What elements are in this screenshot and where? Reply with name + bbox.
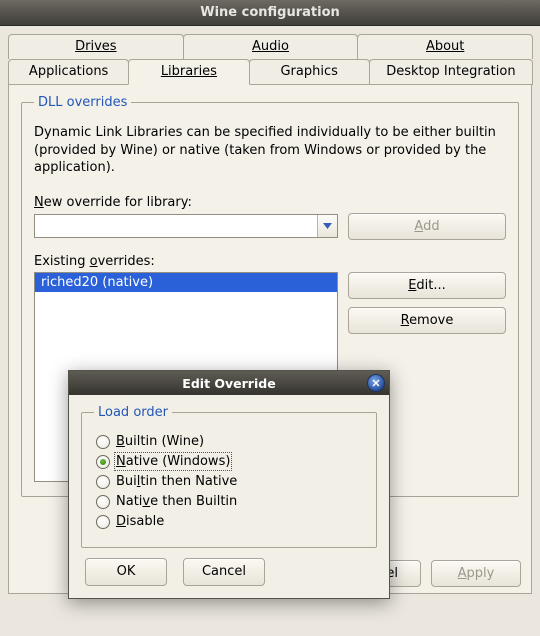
radio-icon	[96, 455, 110, 469]
tab-libraries[interactable]: Libraries	[128, 59, 249, 85]
dialog-titlebar[interactable]: Edit Override	[69, 371, 389, 395]
radio-label: Native then Builtin	[116, 494, 237, 509]
close-button[interactable]	[367, 374, 385, 392]
load-order-group: Load order Builtin (Wine) Native (Window…	[81, 405, 377, 548]
radio-label: Disable	[116, 514, 164, 529]
tab-graphics[interactable]: Graphics	[249, 59, 370, 85]
radio-native-then-builtin[interactable]: Native then Builtin	[94, 493, 364, 510]
dialog-button-row: OK Cancel	[81, 558, 377, 586]
window-title: Wine configuration	[200, 5, 340, 20]
new-override-label: New override for library:	[34, 195, 506, 210]
edit-override-dialog: Edit Override Load order Builtin (Wine) …	[68, 370, 390, 599]
edit-button[interactable]: Edit...	[348, 272, 506, 299]
radio-label: Builtin (Wine)	[116, 434, 204, 449]
tab-row-2: Applications Libraries Graphics Desktop …	[8, 59, 532, 85]
new-override-combo[interactable]	[34, 214, 338, 238]
radio-label: Builtin then Native	[116, 474, 237, 489]
radio-disable[interactable]: Disable	[94, 513, 364, 530]
dll-overrides-description: Dynamic Link Libraries can be specified …	[34, 124, 506, 177]
radio-builtin[interactable]: Builtin (Wine)	[94, 433, 364, 450]
radio-icon	[96, 435, 110, 449]
main-titlebar: Wine configuration	[0, 0, 540, 26]
radio-icon	[96, 475, 110, 489]
dialog-title: Edit Override	[182, 376, 275, 391]
list-item[interactable]: riched20 (native)	[35, 273, 337, 292]
radio-icon	[96, 495, 110, 509]
close-icon	[372, 379, 380, 387]
tab-drives[interactable]: Drives	[8, 34, 184, 59]
radio-builtin-then-native[interactable]: Builtin then Native	[94, 473, 364, 490]
radio-label: Native (Windows)	[116, 454, 230, 469]
combo-dropdown-button[interactable]	[317, 215, 337, 237]
tab-audio[interactable]: Audio	[183, 34, 359, 59]
tab-about[interactable]: About	[357, 34, 533, 59]
tab-applications[interactable]: Applications	[8, 59, 129, 85]
existing-overrides-label: Existing overrides:	[34, 254, 506, 269]
radio-icon	[96, 515, 110, 529]
tab-desktop-integration[interactable]: Desktop Integration	[369, 59, 533, 85]
load-order-legend: Load order	[94, 405, 172, 420]
tab-row-1: Drives Audio About	[8, 34, 532, 59]
dialog-body: Load order Builtin (Wine) Native (Window…	[69, 395, 389, 598]
remove-button[interactable]: Remove	[348, 307, 506, 334]
chevron-down-icon	[323, 223, 332, 229]
radio-native[interactable]: Native (Windows)	[94, 453, 364, 470]
new-override-row: Add	[34, 213, 506, 240]
add-button[interactable]: Add	[348, 213, 506, 240]
new-override-input[interactable]	[35, 215, 317, 237]
dialog-ok-button[interactable]: OK	[85, 558, 167, 586]
dll-overrides-legend: DLL overrides	[34, 95, 131, 110]
dialog-cancel-button[interactable]: Cancel	[183, 558, 265, 586]
apply-button[interactable]: Apply	[431, 560, 521, 587]
